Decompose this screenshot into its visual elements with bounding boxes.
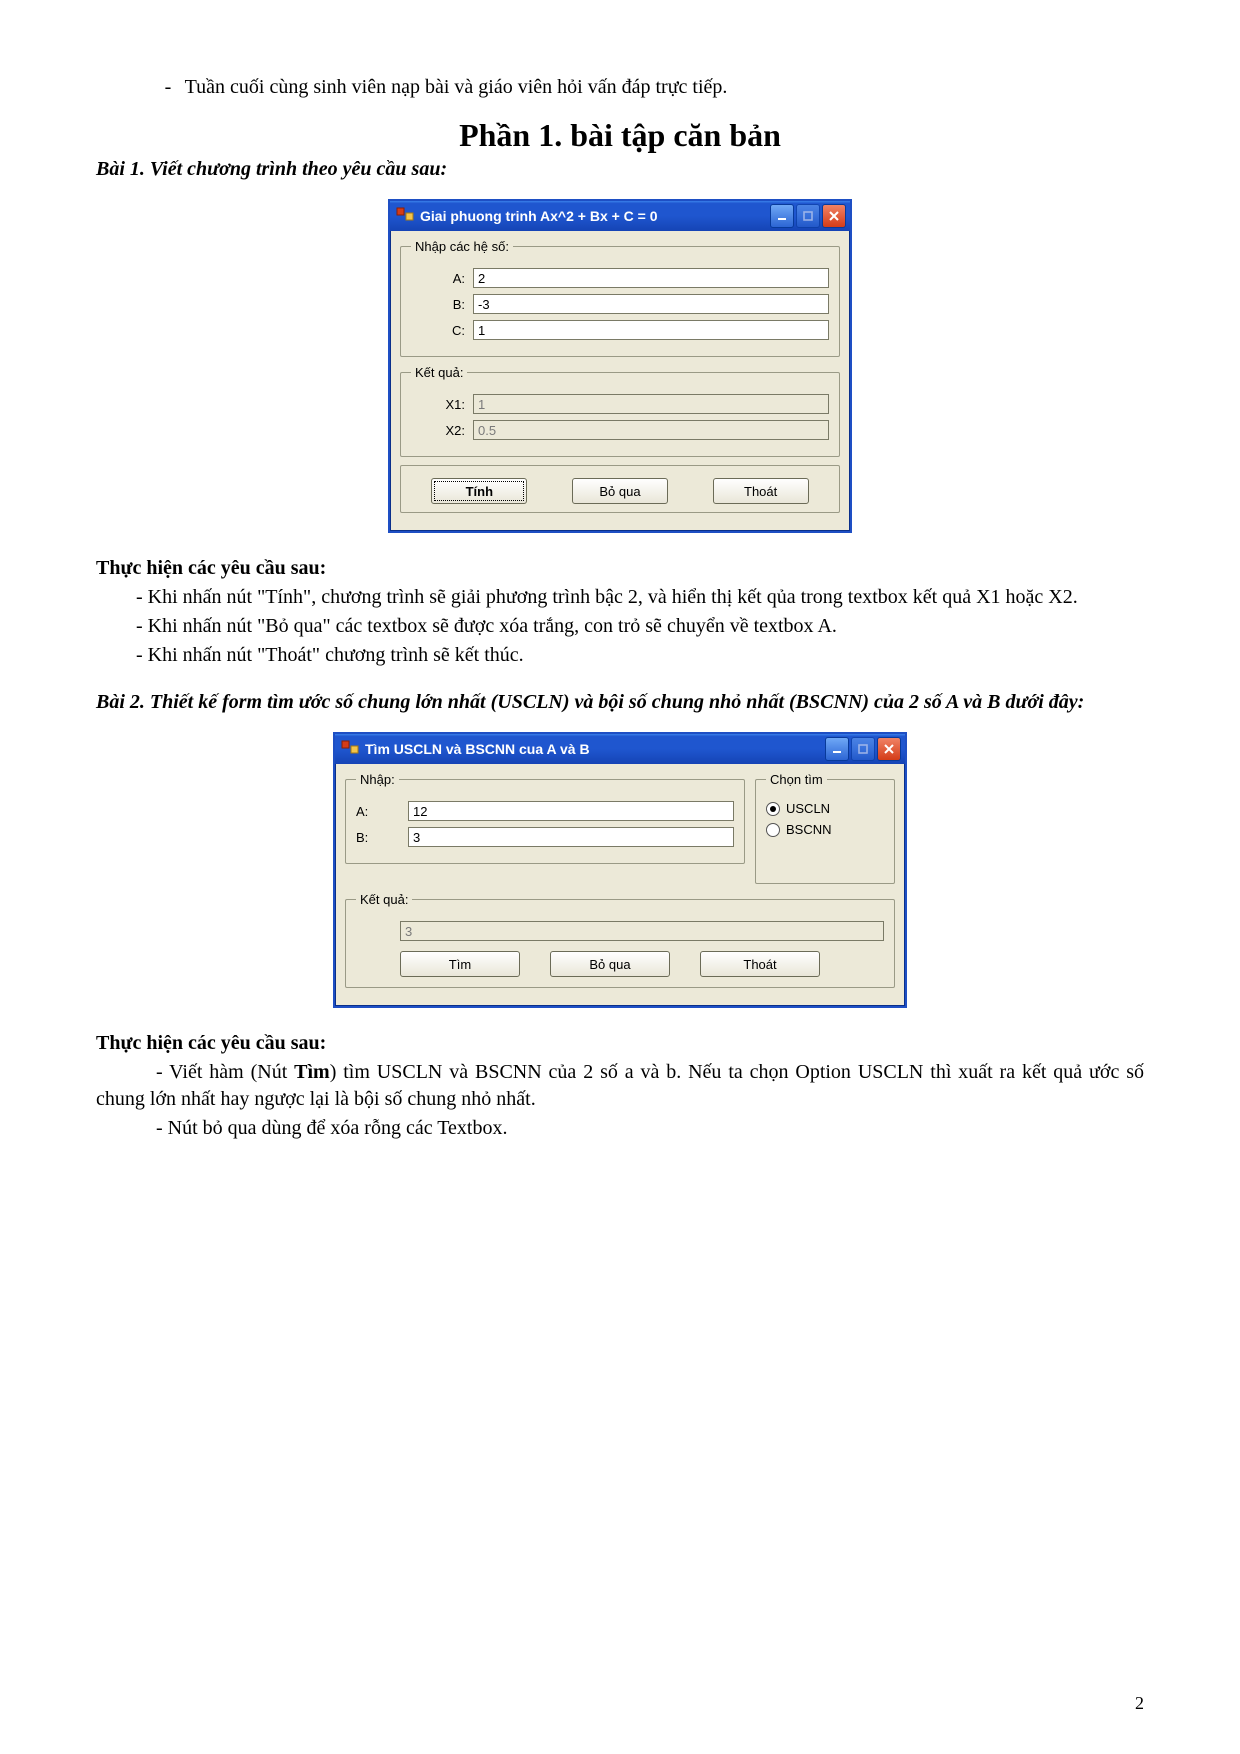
radio-icon	[766, 823, 780, 837]
skip-button[interactable]: Bỏ qua	[572, 478, 668, 504]
form1-result-group: Kết quả: X1: X2:	[400, 365, 840, 457]
intro-bullet: - Tuần cuối cùng sinh viên nạp bài và gi…	[156, 76, 1144, 99]
find-button[interactable]: Tìm	[400, 951, 520, 977]
ex2-req2: - Nút bỏ qua dùng để xóa rỗng các Textbo…	[96, 1115, 1144, 1142]
close-icon[interactable]	[822, 204, 846, 228]
form2-window: Tìm USCLN và BSCNN cua A và B Nhập: A:	[333, 732, 907, 1008]
minimize-icon[interactable]	[770, 204, 794, 228]
input-c[interactable]	[473, 320, 829, 340]
label-c: C:	[411, 323, 473, 338]
ex2-req1: - Viết hàm (Nút Tìm) tìm USCLN và BSCNN …	[96, 1059, 1144, 1113]
input-b[interactable]	[473, 294, 829, 314]
label-a: A:	[411, 271, 473, 286]
app-icon	[396, 207, 414, 225]
intro-text: Tuần cuối cùng sinh viên nạp bài và giáo…	[185, 76, 728, 98]
form1-result-legend: Kết quả:	[411, 365, 467, 380]
radio-bscnn-label: BSCNN	[786, 822, 832, 837]
form1-title-text: Giai phuong trinh Ax^2 + Bx + C = 0	[420, 208, 770, 224]
form1-titlebar[interactable]: Giai phuong trinh Ax^2 + Bx + C = 0	[390, 201, 850, 231]
input-a[interactable]	[473, 268, 829, 288]
form1-input-legend: Nhập các hệ số:	[411, 239, 513, 254]
form1-window: Giai phuong trinh Ax^2 + Bx + C = 0 Nhập…	[388, 199, 852, 533]
exercise2-title: Bài 2. Thiết kế form tìm ước số chung lớ…	[96, 691, 1144, 714]
ex1-req2: - Khi nhấn nút "Bỏ qua" các textbox sẽ đ…	[96, 613, 1144, 640]
form2-input-group: Nhập: A: B:	[345, 772, 745, 864]
ex1-req3: - Khi nhấn nút "Thoát" chương trình sẽ k…	[96, 642, 1144, 669]
output-x2	[473, 420, 829, 440]
maximize-icon[interactable]	[796, 204, 820, 228]
label-x2: X2:	[411, 423, 473, 438]
exit-button[interactable]: Thoát	[713, 478, 809, 504]
close-icon[interactable]	[877, 737, 901, 761]
label2-b: B:	[356, 830, 408, 845]
form2-input-legend: Nhập:	[356, 772, 399, 787]
ex1-req-heading: Thực hiện các yêu cầu sau:	[96, 557, 1144, 580]
form1-buttons-group: Tính Bỏ qua Thoát	[400, 465, 840, 513]
maximize-icon[interactable]	[851, 737, 875, 761]
exercise1-title: Bài 1. Viết chương trình theo yêu cầu sa…	[96, 158, 1144, 181]
output-x1	[473, 394, 829, 414]
page-number: 2	[1135, 1693, 1144, 1714]
radio-bscnn[interactable]: BSCNN	[766, 822, 884, 837]
radio-uscln-label: USCLN	[786, 801, 830, 816]
app-icon	[341, 740, 359, 758]
dash-icon: -	[156, 76, 180, 99]
exit-button-2[interactable]: Thoát	[700, 951, 820, 977]
label-b: B:	[411, 297, 473, 312]
form2-choice-group: Chọn tìm USCLN BSCNN	[755, 772, 895, 884]
form2-choice-legend: Chọn tìm	[766, 772, 827, 787]
radio-uscln[interactable]: USCLN	[766, 801, 884, 816]
ex2-req-heading: Thực hiện các yêu cầu sau:	[96, 1032, 1144, 1055]
input2-a[interactable]	[408, 801, 734, 821]
output2-result	[400, 921, 884, 941]
skip-button-2[interactable]: Bỏ qua	[550, 951, 670, 977]
input2-b[interactable]	[408, 827, 734, 847]
label2-a: A:	[356, 804, 408, 819]
minimize-icon[interactable]	[825, 737, 849, 761]
radio-icon	[766, 802, 780, 816]
ex1-req1: - Khi nhấn nút "Tính", chương trình sẽ g…	[96, 584, 1144, 611]
form2-result-group: Kết quả: Tìm Bỏ qua Thoát	[345, 892, 895, 988]
form2-result-legend: Kết quả:	[356, 892, 412, 907]
form2-titlebar[interactable]: Tìm USCLN và BSCNN cua A và B	[335, 734, 905, 764]
calc-button[interactable]: Tính	[431, 478, 527, 504]
form1-input-group: Nhập các hệ số: A: B: C:	[400, 239, 840, 357]
form2-title-text: Tìm USCLN và BSCNN cua A và B	[365, 741, 825, 757]
label-x1: X1:	[411, 397, 473, 412]
page-title: Phần 1. bài tập căn bản	[96, 117, 1144, 154]
